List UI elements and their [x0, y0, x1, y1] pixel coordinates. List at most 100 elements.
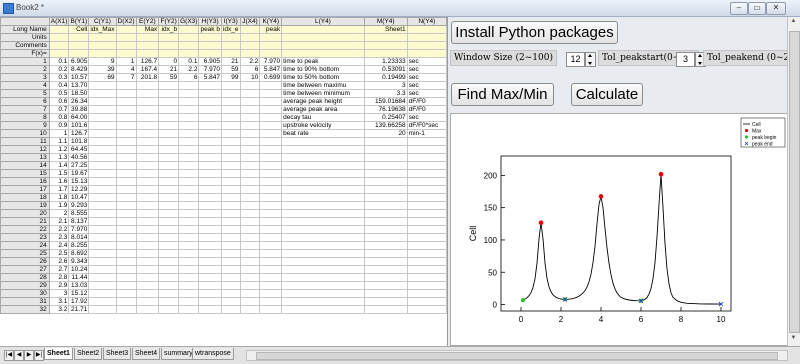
- table-cell[interactable]: [135, 209, 160, 218]
- row-header[interactable]: 28: [0, 273, 50, 282]
- table-cell[interactable]: [198, 297, 222, 306]
- table-cell[interactable]: [220, 169, 241, 178]
- table-cell[interactable]: [178, 121, 200, 130]
- table-cell[interactable]: [178, 81, 200, 90]
- table-cell[interactable]: 8.137: [68, 217, 90, 226]
- table-cell[interactable]: [115, 153, 137, 162]
- column-header[interactable]: J(X4): [239, 17, 261, 26]
- table-cell[interactable]: [178, 201, 200, 210]
- scroll-down-icon[interactable]: ▼: [789, 335, 798, 345]
- table-cell[interactable]: [239, 273, 261, 282]
- table-cell[interactable]: [406, 193, 447, 202]
- table-cell[interactable]: 59: [220, 65, 241, 74]
- long-name-cell[interactable]: idx_b: [158, 25, 180, 34]
- table-cell[interactable]: [178, 281, 200, 290]
- table-cell[interactable]: [363, 161, 408, 170]
- long-name-cell[interactable]: Sheet1: [363, 25, 408, 34]
- table-cell[interactable]: [88, 169, 117, 178]
- table-cell[interactable]: [259, 241, 283, 250]
- table-cell[interactable]: [198, 105, 222, 114]
- table-cell[interactable]: 64.00: [68, 113, 90, 122]
- table-cell[interactable]: [135, 97, 160, 106]
- table-cell[interactable]: [239, 81, 261, 90]
- table-cell[interactable]: [406, 249, 447, 258]
- row-header[interactable]: 24: [0, 241, 50, 250]
- table-cell[interactable]: 3.2: [48, 305, 70, 314]
- table-cell[interactable]: [239, 209, 261, 218]
- table-cell[interactable]: 39.88: [68, 105, 90, 114]
- row-header[interactable]: 6: [0, 97, 50, 106]
- table-cell[interactable]: [88, 185, 117, 194]
- table-cell[interactable]: 21: [220, 57, 241, 66]
- table-cell[interactable]: [135, 201, 160, 210]
- table-cell[interactable]: [198, 249, 222, 258]
- column-header[interactable]: I(Y3): [220, 17, 241, 26]
- table-cell[interactable]: 8.429: [68, 65, 90, 74]
- table-cell[interactable]: 2.2: [178, 65, 200, 74]
- table-cell[interactable]: [259, 161, 283, 170]
- table-cell[interactable]: 167.4: [135, 65, 160, 74]
- horizontal-scrollbar[interactable]: [246, 350, 788, 361]
- table-cell[interactable]: [259, 121, 283, 130]
- table-cell[interactable]: [88, 225, 117, 234]
- table-cell[interactable]: 0.7: [48, 105, 70, 114]
- table-cell[interactable]: 2: [48, 209, 70, 218]
- table-cell[interactable]: [178, 193, 200, 202]
- table-cell[interactable]: [135, 161, 160, 170]
- table-cell[interactable]: [135, 217, 160, 226]
- column-header[interactable]: C(Y1): [88, 17, 117, 26]
- window-size-arrows-icon[interactable]: [585, 52, 596, 67]
- table-cell[interactable]: 27.25: [68, 161, 90, 170]
- meta-cell[interactable]: [135, 41, 160, 50]
- meta-cell[interactable]: [178, 33, 200, 42]
- table-cell[interactable]: [198, 281, 222, 290]
- table-cell[interactable]: [88, 257, 117, 266]
- table-cell[interactable]: 3.1: [48, 297, 70, 306]
- row-header[interactable]: 17: [0, 185, 50, 194]
- table-cell[interactable]: 1.8: [48, 193, 70, 202]
- table-cell[interactable]: [178, 113, 200, 122]
- meta-cell[interactable]: [68, 41, 90, 50]
- table-cell[interactable]: [115, 145, 137, 154]
- table-cell[interactable]: 3: [48, 289, 70, 298]
- table-cell[interactable]: [158, 265, 180, 274]
- table-cell[interactable]: [198, 145, 222, 154]
- table-cell[interactable]: [259, 305, 283, 314]
- next-sheet-icon[interactable]: ▶: [24, 350, 34, 361]
- table-cell[interactable]: [281, 225, 365, 234]
- table-cell[interactable]: [363, 153, 408, 162]
- table-cell[interactable]: [178, 209, 200, 218]
- table-cell[interactable]: [239, 177, 261, 186]
- table-cell[interactable]: 10.57: [68, 73, 90, 82]
- table-cell[interactable]: [281, 201, 365, 210]
- meta-row-label[interactable]: Units: [0, 33, 50, 42]
- table-cell[interactable]: [363, 217, 408, 226]
- table-cell[interactable]: [406, 305, 447, 314]
- table-cell[interactable]: [259, 89, 283, 98]
- table-cell[interactable]: 0.53091: [363, 65, 408, 74]
- table-cell[interactable]: 7: [115, 73, 137, 82]
- table-cell[interactable]: [135, 249, 160, 258]
- table-cell[interactable]: [115, 273, 137, 282]
- table-cell[interactable]: 11.44: [68, 273, 90, 282]
- table-cell[interactable]: [239, 89, 261, 98]
- table-cell[interactable]: [178, 233, 200, 242]
- row-header[interactable]: 22: [0, 225, 50, 234]
- table-cell[interactable]: [198, 121, 222, 130]
- row-header[interactable]: 19: [0, 201, 50, 210]
- table-cell[interactable]: 3: [363, 81, 408, 90]
- table-cell[interactable]: [88, 97, 117, 106]
- table-cell[interactable]: [178, 185, 200, 194]
- table-cell[interactable]: [220, 249, 241, 258]
- table-cell[interactable]: [198, 161, 222, 170]
- table-cell[interactable]: [259, 113, 283, 122]
- row-header[interactable]: 11: [0, 137, 50, 146]
- meta-cell[interactable]: [259, 41, 283, 50]
- table-cell[interactable]: 18.50: [68, 89, 90, 98]
- table-cell[interactable]: [178, 97, 200, 106]
- meta-cell[interactable]: [259, 33, 283, 42]
- table-cell[interactable]: [239, 193, 261, 202]
- table-cell[interactable]: 21: [158, 65, 180, 74]
- meta-cell[interactable]: [178, 49, 200, 58]
- table-cell[interactable]: [220, 129, 241, 138]
